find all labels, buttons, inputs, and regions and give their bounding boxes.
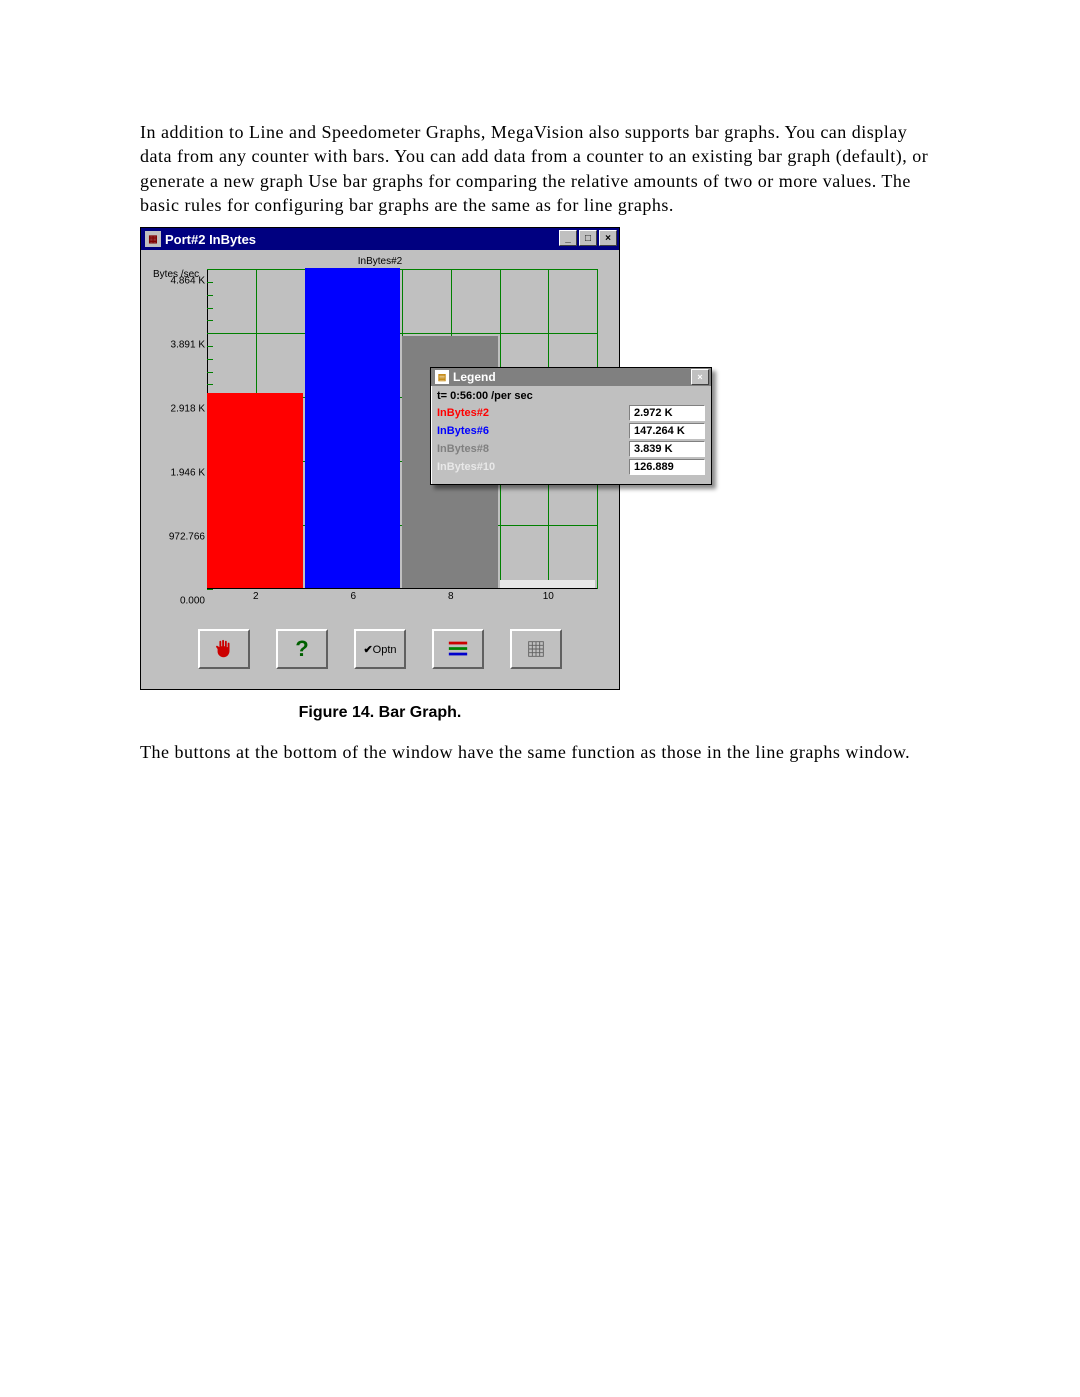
y-tick-label: 2.918 K [171,404,205,415]
grid-button[interactable] [510,629,562,669]
legend-titlebar[interactable]: ▤ Legend × [431,368,711,386]
legend-close-button[interactable]: × [691,369,709,385]
stop-button[interactable] [198,629,250,669]
help-button[interactable]: ? [276,629,328,669]
y-tick [207,282,213,283]
y-tick-label: 972.766 [169,532,205,543]
legend-app-icon: ▤ [435,370,449,384]
options-button[interactable]: ✔Optn [354,629,406,669]
x-tick-label: 10 [543,591,554,602]
window-title: Port#2 InBytes [165,232,256,247]
grid-icon [525,638,547,660]
y-tick-label: 0.000 [180,596,205,607]
maximize-button[interactable]: □ [579,230,597,246]
hand-icon [213,638,235,660]
y-axis: Bytes /sec 0.000972.7661.946 K2.918 K3.8… [149,269,207,589]
y-tick [207,295,213,296]
help-icon: ? [295,636,308,662]
y-tick [207,333,213,334]
y-tick [207,320,213,321]
legend-series-value: 3.839 K [629,441,705,457]
y-tick [207,359,213,360]
legend-row: InBytes#6147.264 K [437,422,705,440]
x-tick-label: 2 [253,591,259,602]
intro-paragraph: In addition to Line and Speedometer Grap… [140,120,940,217]
x-axis: 2 6 8 10 [207,589,597,605]
closing-paragraph: The buttons at the bottom of the window … [140,740,940,764]
legend-window[interactable]: ▤ Legend × t= 0:56:00 /per sec InBytes#2… [430,367,712,485]
chart-toolbar: ? ✔Optn [149,629,611,669]
y-tick-label: 4.864 K [171,276,205,287]
legend-series-name: InBytes#8 [437,443,629,455]
legend-time: t= 0:56:00 /per sec [437,390,705,402]
y-tick-label: 3.891 K [171,340,205,351]
legend-series-name: InBytes#6 [437,425,629,437]
window-titlebar[interactable]: ▦ Port#2 InBytes _ □ × [141,228,619,250]
legend-row: InBytes#22.972 K [437,404,705,422]
grid-line-horizontal [207,269,597,270]
grid-line-horizontal [207,333,597,334]
legend-series-name: InBytes#10 [437,461,629,473]
minimize-button[interactable]: _ [559,230,577,246]
window-app-icon: ▦ [145,231,161,247]
y-tick [207,308,213,309]
bar-InBytes#10 [500,580,596,588]
y-tick [207,346,213,347]
legend-series-value: 147.264 K [629,423,705,439]
legend-series-value: 2.972 K [629,405,705,421]
y-tick-label: 1.946 K [171,468,205,479]
chart-title: InBytes#2 [149,256,611,267]
legend-series-value: 126.889 [629,459,705,475]
figure-caption: Figure 14. Bar Graph. [140,704,620,722]
y-tick [207,384,213,385]
x-tick-label: 8 [448,591,454,602]
close-button[interactable]: × [599,230,617,246]
legend-body: t= 0:56:00 /per sec InBytes#22.972 KInBy… [431,386,711,484]
options-label: ✔Optn [363,643,396,656]
legend-series-name: InBytes#2 [437,407,629,419]
y-tick [207,269,213,270]
bar-InBytes#2 [207,393,303,589]
legend-row: InBytes#10126.889 [437,458,705,476]
legend-button[interactable] [432,629,484,669]
y-tick [207,372,213,373]
legend-title-text: Legend [453,370,496,384]
legend-row: InBytes#83.839 K [437,440,705,458]
bar-InBytes#6 [305,268,401,588]
figure-container: ▦ Port#2 InBytes _ □ × InBytes#2 Bytes /… [140,227,620,690]
x-tick-label: 6 [350,591,356,602]
window-controls: _ □ × [557,230,619,248]
legend-icon [447,638,469,660]
